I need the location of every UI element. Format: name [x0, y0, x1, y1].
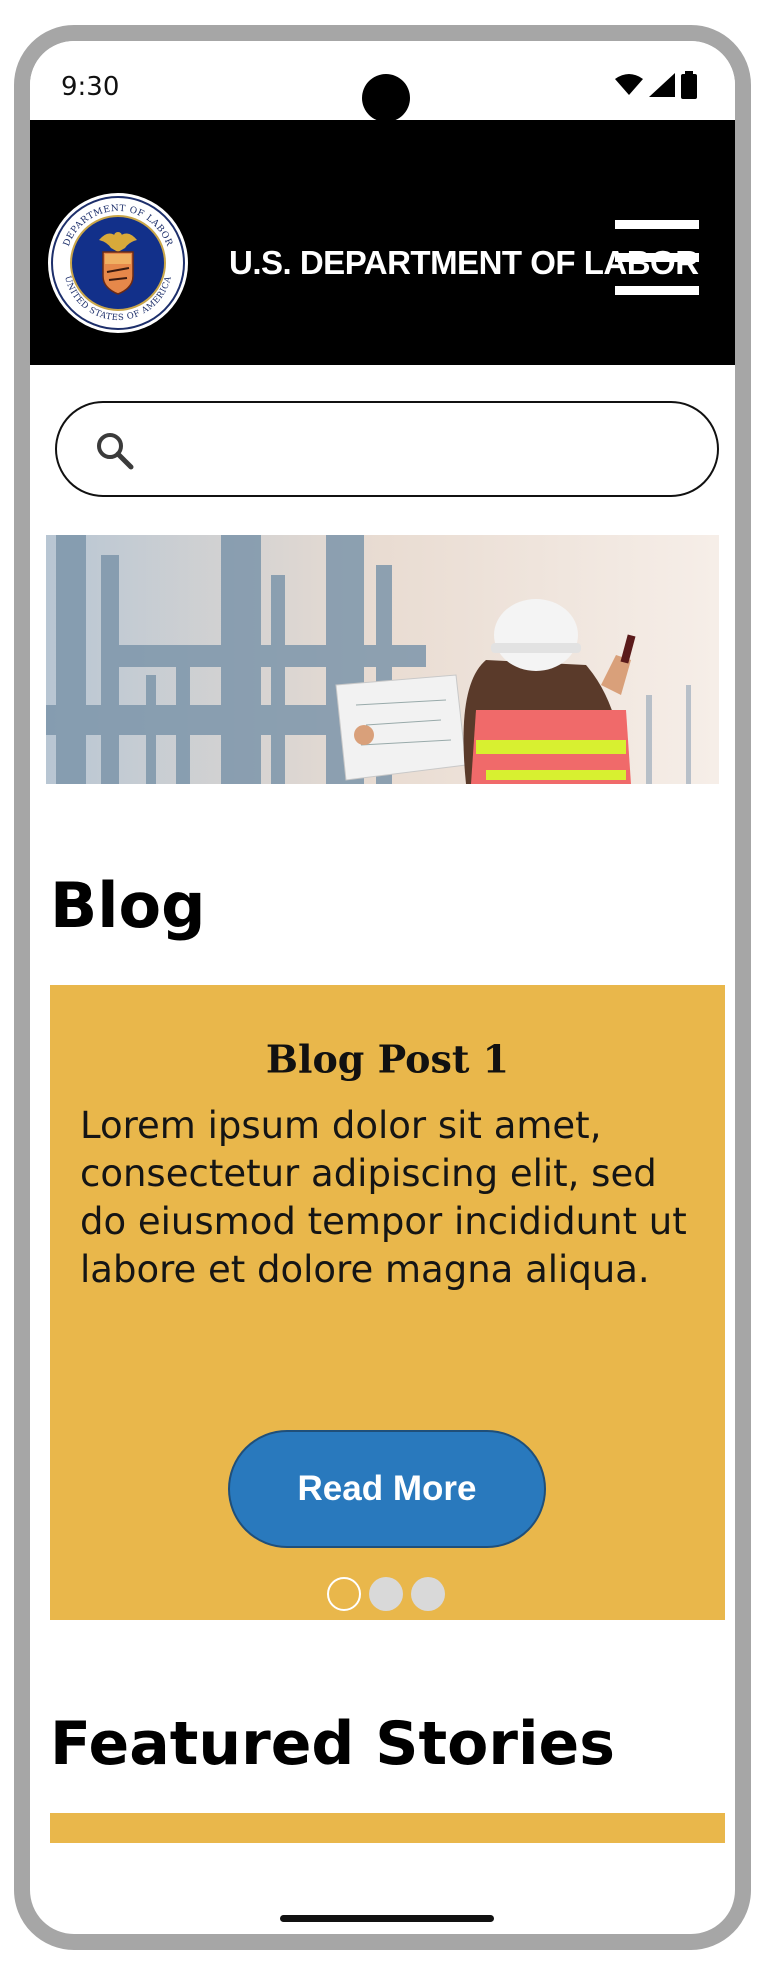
status-icons [615, 71, 697, 99]
read-more-button[interactable]: Read More [228, 1430, 546, 1548]
wifi-icon [615, 74, 643, 95]
worker-at-industrial-site-image [46, 535, 719, 784]
battery-icon [681, 71, 697, 99]
signal-icon [649, 73, 675, 97]
carousel-dot-3[interactable] [411, 1577, 445, 1611]
carousel-dot-1[interactable] [327, 1577, 361, 1611]
status-bar: 9:30 [30, 41, 735, 122]
phone-frame: 9:30 DEPARTMENT OF LABOR UNITED STATES O… [14, 25, 751, 1950]
featured-stories-heading: Featured Stories [50, 1709, 615, 1779]
blog-post-title[interactable]: Blog Post 1 [50, 1037, 725, 1082]
search-input[interactable] [157, 423, 681, 477]
search-bar[interactable] [55, 401, 719, 497]
home-indicator[interactable] [280, 1915, 494, 1922]
carousel-dots [327, 1577, 445, 1611]
search-icon[interactable] [95, 431, 135, 471]
site-header: DEPARTMENT OF LABOR UNITED STATES OF AME… [30, 120, 735, 365]
carousel-dot-2[interactable] [369, 1577, 403, 1611]
front-camera [362, 74, 410, 122]
status-time: 9:30 [61, 72, 120, 102]
hamburger-menu-icon[interactable] [615, 220, 699, 296]
department-of-labor-seal[interactable]: DEPARTMENT OF LABOR UNITED STATES OF AME… [47, 192, 189, 334]
blog-post-card: Blog Post 1 Lorem ipsum dolor sit amet, … [50, 985, 725, 1620]
featured-story-card[interactable] [50, 1813, 725, 1843]
blog-post-body: Lorem ipsum dolor sit amet, consectetur … [80, 1104, 687, 1291]
blog-heading: Blog [50, 869, 206, 942]
